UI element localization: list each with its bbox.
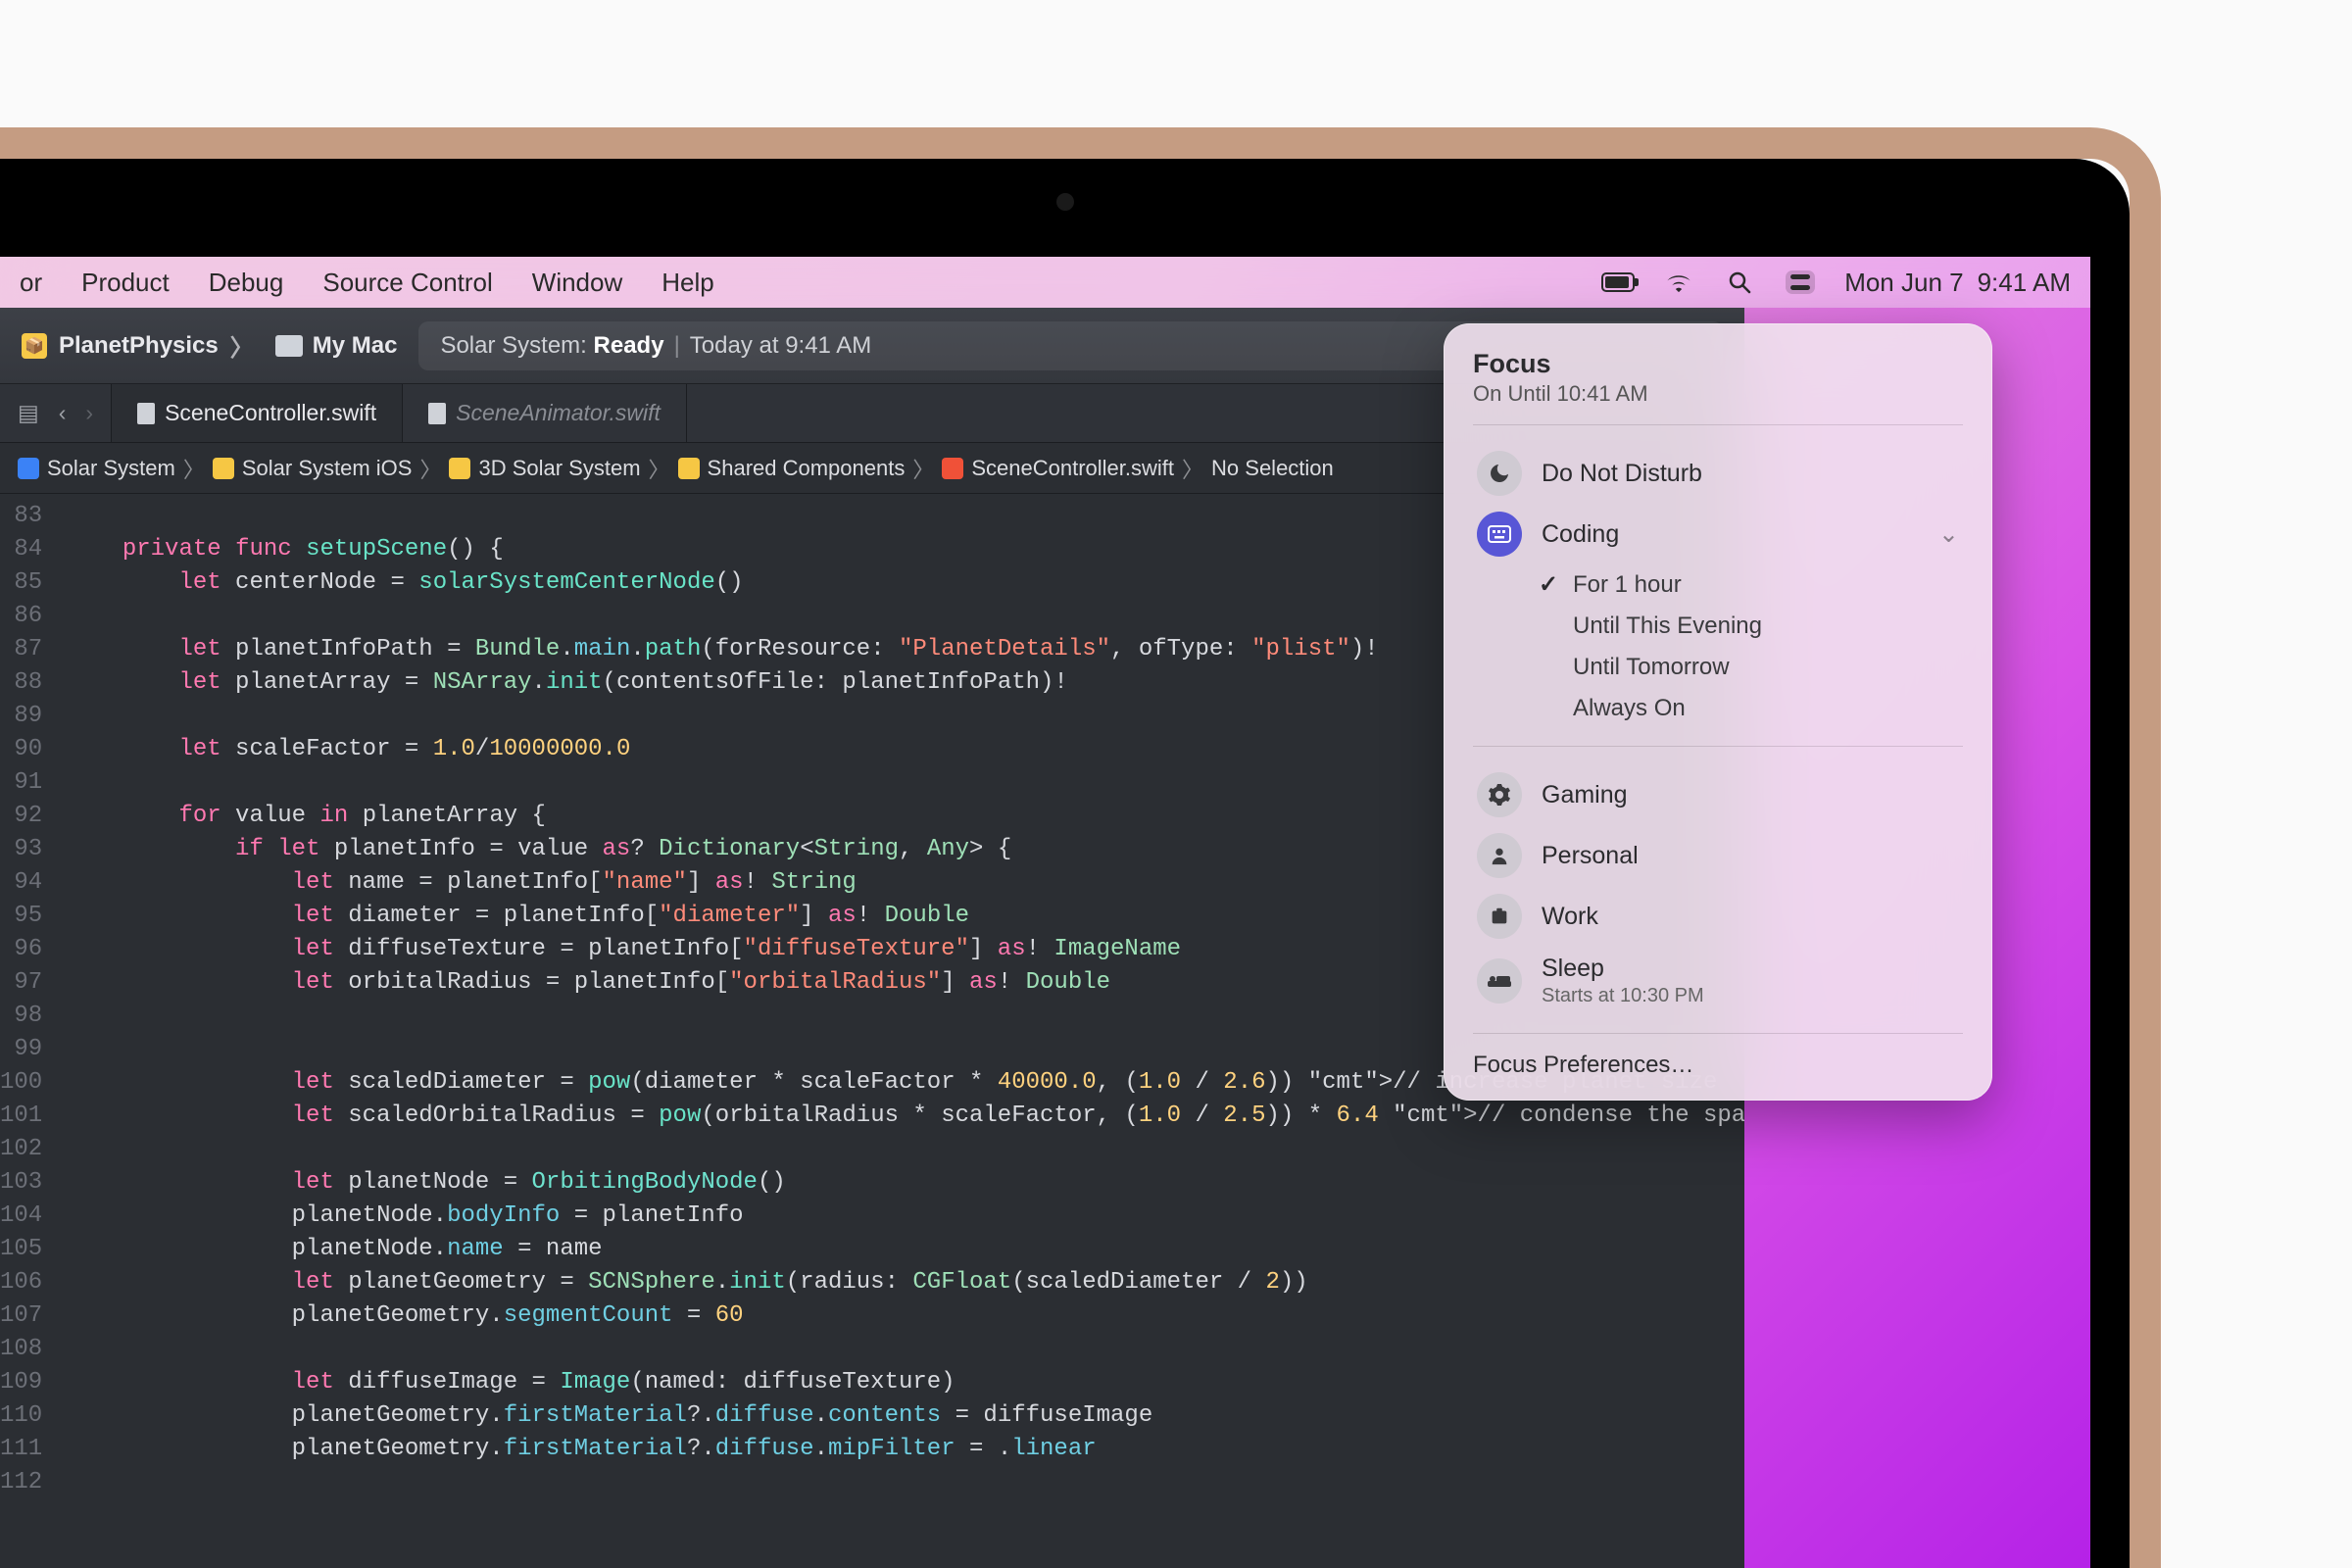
tab-label: SceneController.swift	[165, 400, 376, 426]
menu-item-window[interactable]: Window	[532, 268, 622, 298]
focus-duration-option[interactable]: Until Tomorrow	[1538, 654, 1963, 681]
focus-subtitle: On Until 10:41 AM	[1473, 381, 1963, 407]
related-items-icon[interactable]: ▤	[18, 400, 39, 426]
device-name: My Mac	[313, 332, 398, 360]
macos-menubar: or Product Debug Source Control Window H…	[0, 257, 2090, 308]
focus-mode-gaming[interactable]: Gaming	[1473, 764, 1963, 825]
nav-forward-icon[interactable]: ›	[85, 400, 93, 426]
divider	[1473, 424, 1963, 425]
bed-icon	[1477, 958, 1522, 1004]
spotlight-icon[interactable]	[1723, 270, 1756, 295]
line-gutter: 8384858687888990919293949596979899100101…	[0, 494, 56, 1568]
focus-popover: Focus On Until 10:41 AM Do Not Disturb C…	[1444, 323, 1992, 1101]
status-time: Today at 9:41 AM	[690, 332, 871, 360]
menu-item[interactable]: or	[20, 268, 42, 298]
jump-seg[interactable]: Solar System iOS	[242, 456, 413, 481]
jump-seg[interactable]: Shared Components	[708, 456, 906, 481]
menu-item-product[interactable]: Product	[81, 268, 170, 298]
focus-duration-option[interactable]: Until This Evening	[1538, 612, 1963, 640]
laptop-frame: or Product Debug Source Control Window H…	[0, 127, 2161, 1568]
chevron-right-icon: 〉	[230, 328, 254, 363]
display-bezel: or Product Debug Source Control Window H…	[0, 159, 2130, 1568]
swift-file-icon	[942, 458, 963, 479]
run-destination-selector[interactable]: My Mac	[275, 332, 398, 360]
mac-icon	[275, 335, 303, 357]
badge-icon	[1477, 894, 1522, 939]
battery-icon[interactable]	[1601, 270, 1635, 295]
focus-mode-dnd[interactable]: Do Not Disturb	[1473, 443, 1963, 504]
menu-item-help[interactable]: Help	[662, 268, 713, 298]
focus-mode-sleep[interactable]: Sleep Starts at 10:30 PM	[1473, 947, 1963, 1015]
focus-mode-personal[interactable]: Personal	[1473, 825, 1963, 886]
status-scheme: Solar System:	[440, 332, 586, 360]
focus-mode-label: Coding	[1542, 520, 1919, 549]
scheme-icon: 📦	[22, 333, 47, 359]
focus-mode-label: Do Not Disturb	[1542, 460, 1959, 488]
wifi-icon[interactable]	[1662, 270, 1695, 295]
focus-mode-label: Gaming	[1542, 781, 1959, 809]
jump-seg[interactable]: 3D Solar System	[478, 456, 640, 481]
menubar-date[interactable]: Mon Jun 7	[1844, 268, 1963, 298]
jump-seg[interactable]: Solar System	[47, 456, 175, 481]
jump-seg[interactable]: No Selection	[1211, 456, 1334, 481]
moon-icon	[1477, 451, 1522, 496]
project-icon	[18, 458, 39, 479]
check-icon: ✓	[1538, 570, 1559, 599]
folder-icon	[449, 458, 470, 479]
focus-duration-list: ✓For 1 hour Until This Evening Until Tom…	[1473, 564, 1963, 728]
divider	[1473, 746, 1963, 747]
folder-icon	[213, 458, 234, 479]
focus-duration-option[interactable]: Always On	[1538, 695, 1963, 722]
menu-item-source-control[interactable]: Source Control	[322, 268, 492, 298]
chevron-down-icon: ⌄	[1938, 519, 1959, 549]
keyboard-icon	[1477, 512, 1522, 557]
editor-tab-active[interactable]: SceneController.swift	[112, 384, 403, 442]
divider	[1473, 1033, 1963, 1034]
focus-preferences-link[interactable]: Focus Preferences…	[1473, 1052, 1963, 1079]
swift-file-icon	[428, 403, 446, 424]
focus-mode-label: Sleep	[1542, 955, 1959, 983]
menu-item-debug[interactable]: Debug	[209, 268, 284, 298]
folder-icon	[678, 458, 700, 479]
status-state: Ready	[594, 332, 664, 360]
focus-mode-sublabel: Starts at 10:30 PM	[1542, 985, 1959, 1007]
scheme-name: PlanetPhysics	[59, 332, 219, 360]
focus-mode-label: Personal	[1542, 842, 1959, 870]
menubar-time[interactable]: 9:41 AM	[1978, 268, 2071, 298]
focus-mode-label: Work	[1542, 903, 1959, 931]
scheme-selector[interactable]: 📦 PlanetPhysics 〉	[22, 328, 254, 363]
camera-dot	[1056, 193, 1074, 211]
focus-mode-coding[interactable]: Coding ⌄	[1473, 504, 1963, 564]
nav-back-icon[interactable]: ‹	[59, 400, 67, 426]
menubar-app-menus: or Product Debug Source Control Window H…	[20, 268, 714, 298]
focus-mode-work[interactable]: Work	[1473, 886, 1963, 947]
tab-nav-controls: ▤ ‹ ›	[0, 384, 112, 442]
editor-tab[interactable]: SceneAnimator.swift	[403, 384, 687, 442]
person-icon	[1477, 833, 1522, 878]
gear-icon	[1477, 772, 1522, 817]
focus-duration-option[interactable]: ✓For 1 hour	[1538, 570, 1963, 599]
focus-title: Focus	[1473, 349, 1963, 379]
screen: or Product Debug Source Control Window H…	[0, 257, 2090, 1568]
control-center-icon[interactable]	[1784, 270, 1817, 295]
swift-file-icon	[137, 403, 155, 424]
jump-seg[interactable]: SceneController.swift	[971, 456, 1174, 481]
tab-label: SceneAnimator.swift	[456, 400, 661, 426]
